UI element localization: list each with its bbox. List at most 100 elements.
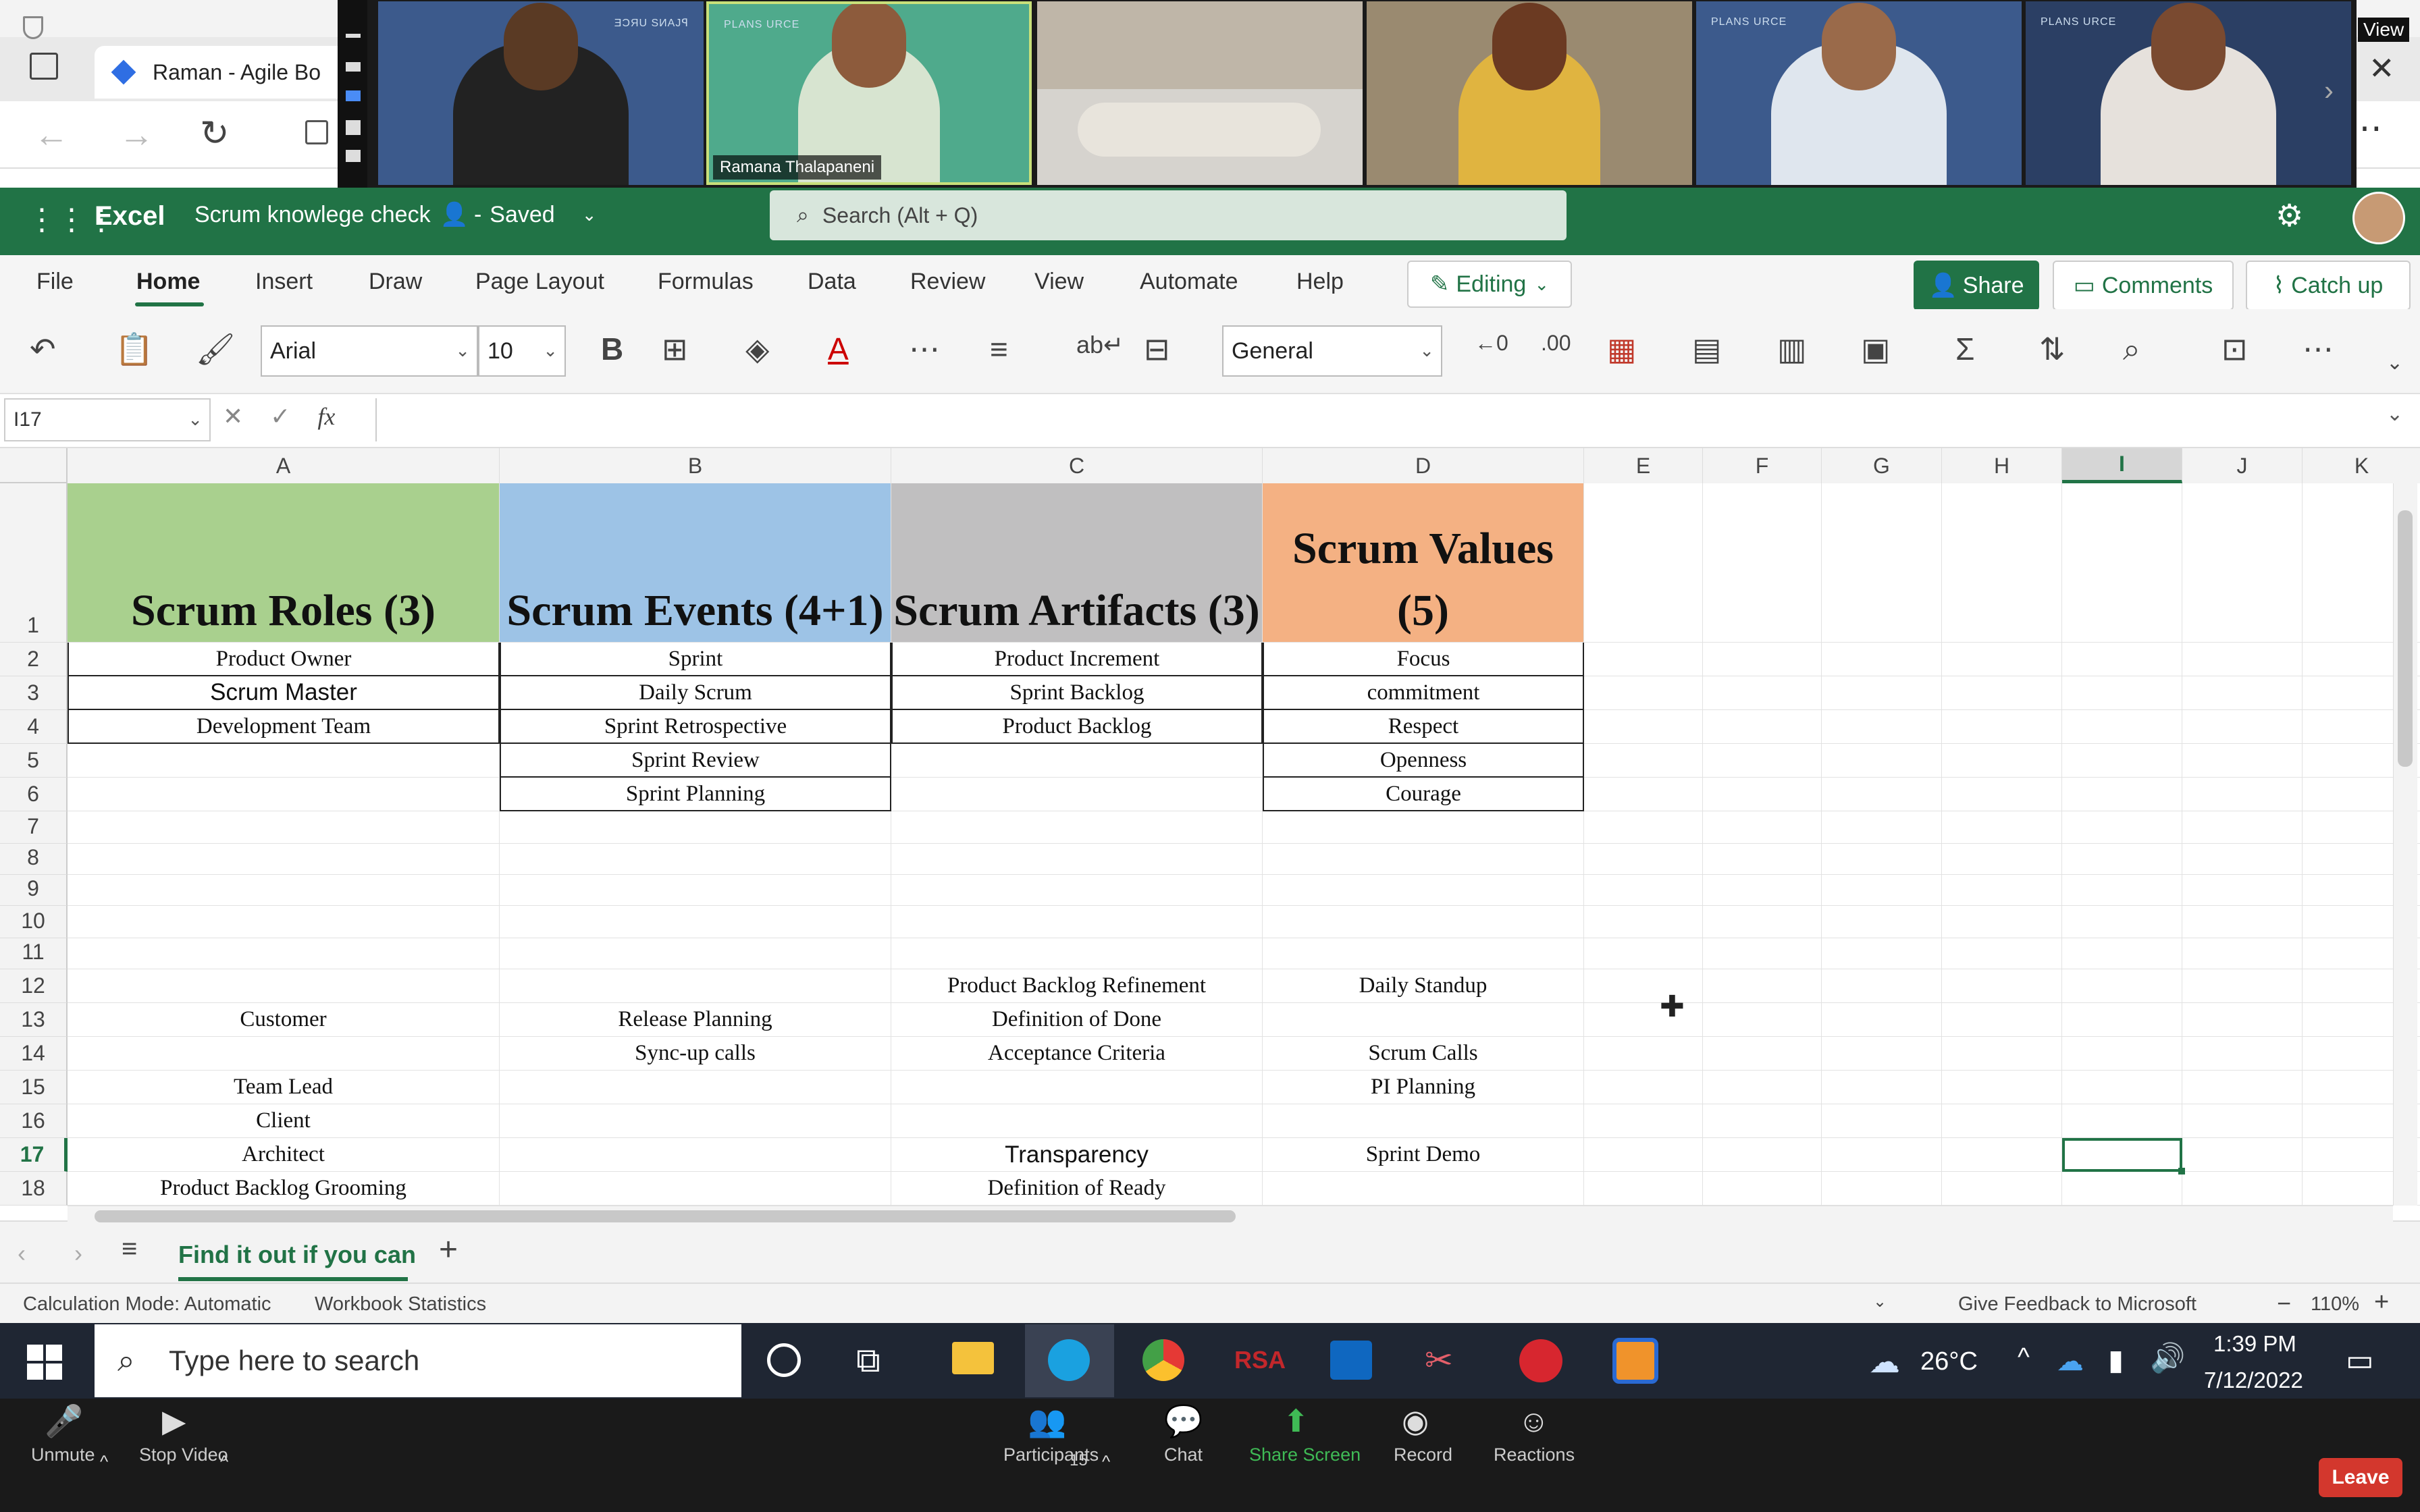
- conditional-format-icon[interactable]: ▦: [1607, 331, 1636, 367]
- cell-f10[interactable]: [1703, 906, 1822, 938]
- reactions-button[interactable]: Reactions: [1494, 1444, 1575, 1465]
- cell-f9[interactable]: [1703, 875, 1822, 906]
- clock-date[interactable]: 7/12/2022: [2204, 1368, 2303, 1393]
- cell-h1[interactable]: [1942, 483, 2062, 643]
- notifications-icon[interactable]: ▭: [2346, 1343, 2374, 1378]
- paste-icon[interactable]: 📋: [115, 331, 153, 368]
- cell-b14[interactable]: Sync-up calls: [500, 1037, 891, 1071]
- cell-e7[interactable]: [1584, 811, 1703, 844]
- header-c1[interactable]: Scrum Artifacts (3): [891, 483, 1263, 643]
- bold-icon[interactable]: B: [601, 331, 623, 367]
- expand-formula-icon[interactable]: ⌄: [2386, 402, 2403, 426]
- cell-j2[interactable]: [2182, 643, 2303, 676]
- cell-d5[interactable]: Openness: [1263, 744, 1584, 778]
- video-layout-controls[interactable]: [338, 0, 367, 188]
- fill-handle[interactable]: [2178, 1168, 2185, 1174]
- record-icon[interactable]: ◉: [1402, 1403, 1429, 1439]
- cell-c10[interactable]: [891, 906, 1263, 938]
- participants-icon[interactable]: 👥: [1028, 1403, 1066, 1440]
- row-header-7[interactable]: 7: [0, 811, 68, 844]
- cell-a15[interactable]: Team Lead: [68, 1071, 500, 1104]
- cell-d15[interactable]: PI Planning: [1263, 1071, 1584, 1104]
- video-tile-participant-1[interactable]: ƎϽЯU SИAJꟼ: [378, 1, 704, 185]
- tab-draw[interactable]: Draw: [369, 269, 422, 295]
- cell-h9[interactable]: [1942, 875, 2062, 906]
- chevron-down-icon[interactable]: ⌄: [1873, 1292, 1887, 1312]
- comments-button[interactable]: ▭ Comments: [2053, 261, 2234, 310]
- cell-b15[interactable]: [500, 1071, 891, 1104]
- cell-i5[interactable]: [2062, 744, 2182, 778]
- header-d1[interactable]: Scrum Values (5): [1263, 483, 1584, 643]
- tab-help[interactable]: Help: [1296, 269, 1344, 295]
- undo-icon[interactable]: ↶: [30, 331, 56, 367]
- share-button[interactable]: 👤 Share: [1914, 261, 2039, 310]
- forward-arrow-icon[interactable]: →: [119, 115, 154, 155]
- cell-e1[interactable]: [1584, 483, 1703, 643]
- reactions-icon[interactable]: ☺: [1518, 1403, 1550, 1439]
- cell-f17[interactable]: [1703, 1138, 1822, 1172]
- cell-i4[interactable]: [2062, 710, 2182, 744]
- row-header-17[interactable]: 17: [0, 1138, 68, 1172]
- cell-f6[interactable]: [1703, 778, 1822, 811]
- calculation-mode[interactable]: Calculation Mode: Automatic: [23, 1293, 271, 1316]
- acrobat-icon[interactable]: [1519, 1339, 1562, 1382]
- cell-b6[interactable]: Sprint Planning: [500, 778, 891, 811]
- snipping-tool-icon[interactable]: ✂: [1425, 1341, 1453, 1380]
- video-tile-participant-5[interactable]: PLANS URCE: [1696, 1, 2022, 185]
- chrome-icon[interactable]: [1142, 1339, 1184, 1381]
- feedback-link[interactable]: Give Feedback to Microsoft: [1958, 1293, 2197, 1316]
- font-size-select[interactable]: 10 ⌄: [478, 325, 566, 377]
- search-input[interactable]: ⌕ Search (Alt + Q): [770, 190, 1567, 240]
- cell-h11[interactable]: [1942, 938, 2062, 969]
- cell-a17[interactable]: Architect: [68, 1138, 500, 1172]
- cell-h13[interactable]: [1942, 1003, 2062, 1037]
- align-icon[interactable]: ≡: [990, 331, 1008, 367]
- cell-c17[interactable]: Transparency: [891, 1138, 1263, 1172]
- cell-i6[interactable]: [2062, 778, 2182, 811]
- cell-i10[interactable]: [2062, 906, 2182, 938]
- windows-start-icon[interactable]: [27, 1345, 62, 1380]
- cell-f5[interactable]: [1703, 744, 1822, 778]
- cell-i13[interactable]: [2062, 1003, 2182, 1037]
- cell-a12[interactable]: [68, 969, 500, 1003]
- tab-insert[interactable]: Insert: [255, 269, 313, 295]
- cell-g18[interactable]: [1822, 1172, 1942, 1206]
- column-header-f[interactable]: F: [1703, 448, 1822, 483]
- cell-g12[interactable]: [1822, 969, 1942, 1003]
- cell-b9[interactable]: [500, 875, 891, 906]
- workbook-statistics[interactable]: Workbook Statistics: [315, 1293, 486, 1316]
- cell-g17[interactable]: [1822, 1138, 1942, 1172]
- cell-h6[interactable]: [1942, 778, 2062, 811]
- cell-g10[interactable]: [1822, 906, 1942, 938]
- cell-g13[interactable]: [1822, 1003, 1942, 1037]
- cell-d7[interactable]: [1263, 811, 1584, 844]
- vertical-scrollbar[interactable]: [2393, 483, 2417, 1206]
- cell-j18[interactable]: [2182, 1172, 2303, 1206]
- cell-a14[interactable]: [68, 1037, 500, 1071]
- cell-e2[interactable]: [1584, 643, 1703, 676]
- app-launcher-icon[interactable]: ⋮⋮⋮: [27, 202, 116, 238]
- cell-a4[interactable]: Development Team: [68, 710, 500, 744]
- rsa-icon[interactable]: RSA: [1234, 1346, 1286, 1374]
- cell-g8[interactable]: [1822, 844, 1942, 875]
- cell-b2[interactable]: Sprint: [500, 643, 891, 676]
- cell-j7[interactable]: [2182, 811, 2303, 844]
- cell-b5[interactable]: Sprint Review: [500, 744, 891, 778]
- onedrive-icon[interactable]: ☁: [2057, 1346, 2084, 1377]
- cell-c5[interactable]: [891, 744, 1263, 778]
- video-tile-participant-room[interactable]: [1037, 1, 1363, 185]
- cell-c2[interactable]: Product Increment: [891, 643, 1263, 676]
- cell-d18[interactable]: [1263, 1172, 1584, 1206]
- record-button[interactable]: Record: [1394, 1444, 1452, 1465]
- cell-b3[interactable]: Daily Scrum: [500, 676, 891, 710]
- column-header-g[interactable]: G: [1822, 448, 1942, 483]
- tab-review[interactable]: Review: [910, 269, 985, 295]
- cell-h15[interactable]: [1942, 1071, 2062, 1104]
- cell-j17[interactable]: [2182, 1138, 2303, 1172]
- collapse-ribbon-icon[interactable]: ⌄: [2386, 351, 2403, 375]
- column-header-i[interactable]: I: [2062, 448, 2182, 483]
- cell-b7[interactable]: [500, 811, 891, 844]
- cell-g2[interactable]: [1822, 643, 1942, 676]
- cell-a10[interactable]: [68, 906, 500, 938]
- sheet-tab-active[interactable]: Find it out if you can: [178, 1241, 416, 1269]
